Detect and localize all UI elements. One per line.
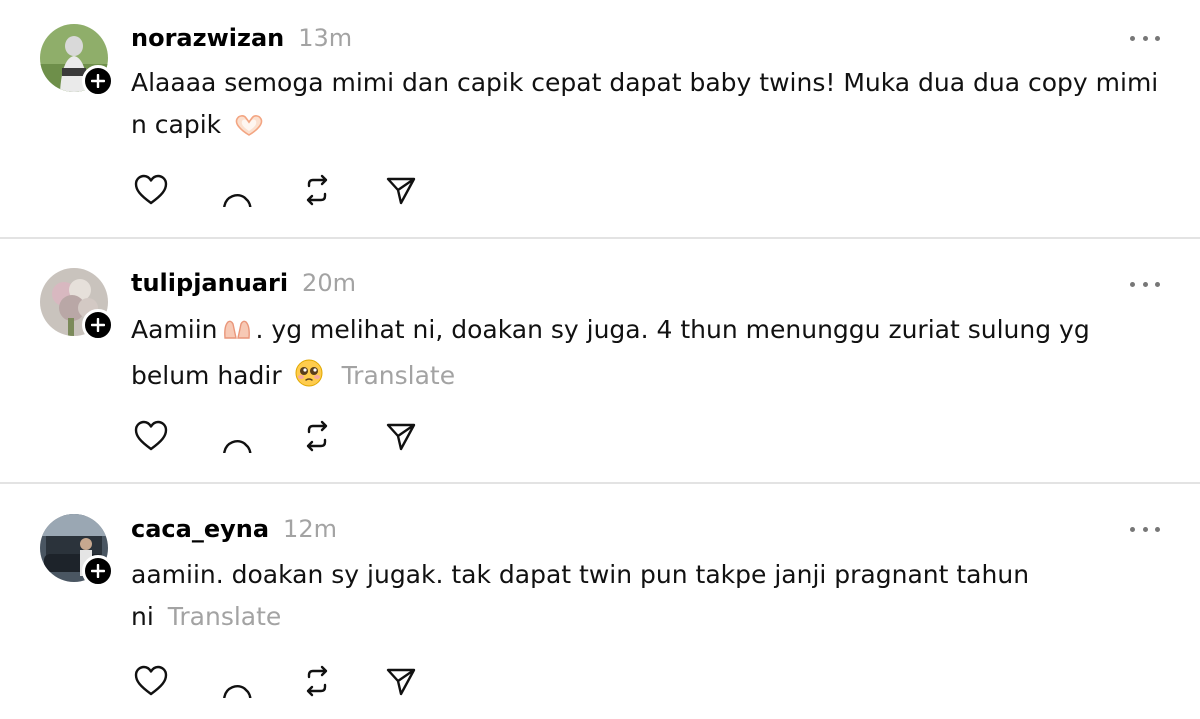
- timestamp: 13m: [298, 24, 353, 52]
- username[interactable]: caca_eyna 12m: [131, 515, 337, 543]
- username[interactable]: tulipjanuari 20m: [131, 269, 356, 297]
- action-bar: [131, 663, 431, 699]
- repost-icon[interactable]: [299, 172, 335, 208]
- pleading-face-emoji: [294, 358, 324, 401]
- comment-bubble-icon[interactable]: [217, 418, 253, 454]
- comment-bubble-icon[interactable]: [217, 172, 253, 208]
- comment-text: aamiin. doakan sy jugak. tak dapat twin …: [131, 560, 1030, 631]
- send-icon[interactable]: [383, 418, 419, 454]
- action-bar: [131, 172, 431, 208]
- repost-icon[interactable]: [299, 418, 335, 454]
- username[interactable]: norazwizan 13m: [131, 24, 352, 52]
- comment-tulipjanuari: tulipjanuari 20m Aamiin . yg melihat ni, …: [0, 240, 1200, 482]
- follow-plus-icon[interactable]: [82, 555, 114, 587]
- heart-icon[interactable]: [133, 418, 169, 454]
- heart-icon[interactable]: [133, 663, 169, 699]
- follow-plus-icon[interactable]: [82, 65, 114, 97]
- repost-icon[interactable]: [299, 663, 335, 699]
- timestamp: 20m: [302, 269, 356, 297]
- divider: [0, 237, 1200, 239]
- more-dots-icon[interactable]: [1130, 525, 1160, 533]
- action-bar: [131, 418, 431, 454]
- comment-bubble-icon[interactable]: [217, 663, 253, 699]
- send-icon[interactable]: [383, 663, 419, 699]
- translate-link[interactable]: Translate: [168, 602, 282, 631]
- translate-link[interactable]: Translate: [342, 361, 456, 390]
- more-dots-icon[interactable]: [1130, 280, 1160, 288]
- follow-plus-icon[interactable]: [82, 309, 114, 341]
- palms-up-emoji: [222, 313, 252, 355]
- comment-text: Alaaaa semoga mimi dan capik cepat dapat…: [131, 62, 1171, 150]
- timestamp: 12m: [283, 515, 337, 543]
- heart-icon[interactable]: [133, 172, 169, 208]
- heart-hands-emoji: [233, 108, 265, 150]
- send-icon[interactable]: [383, 172, 419, 208]
- more-dots-icon[interactable]: [1130, 34, 1160, 42]
- comment-norazwizan: norazwizan 13m Alaaaa semoga mimi dan cap…: [0, 0, 1200, 238]
- comment-text: Aamiin . yg melihat ni, doakan sy juga. …: [131, 309, 1171, 401]
- divider: [0, 482, 1200, 484]
- comment-caca-eyna: caca_eyna 12m aamiin. doakan sy jugak. ta…: [0, 485, 1200, 719]
